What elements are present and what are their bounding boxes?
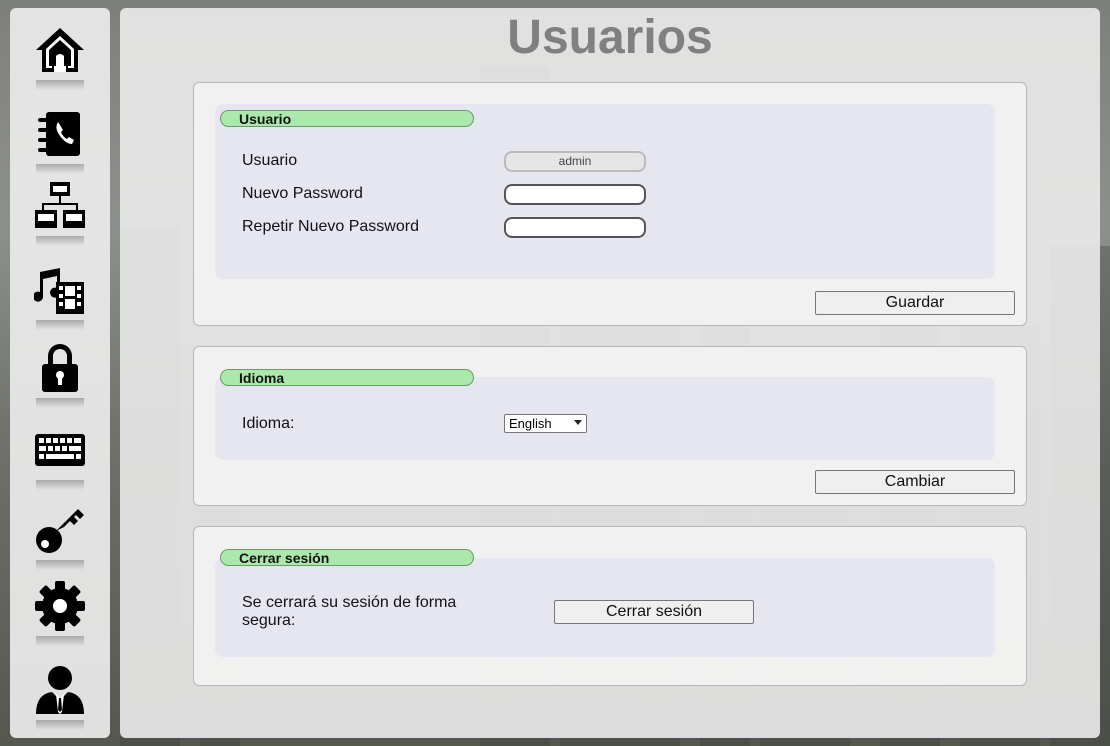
sidebar-item-settings[interactable] bbox=[30, 576, 90, 646]
save-button[interactable]: Guardar bbox=[815, 291, 1015, 315]
media-icon bbox=[34, 268, 84, 314]
phonebook-icon bbox=[38, 112, 80, 156]
language-section-legend: Idioma bbox=[220, 369, 474, 386]
main-content: Usuarios Usuario Usuario admin Nuevo Pas… bbox=[120, 8, 1100, 738]
sidebar-item-media[interactable] bbox=[30, 260, 90, 330]
user-icon bbox=[36, 666, 84, 714]
lock-icon bbox=[42, 344, 78, 392]
change-language-button[interactable]: Cambiar bbox=[815, 470, 1015, 494]
user-panel: Usuario Usuario admin Nuevo Password Rep… bbox=[193, 82, 1027, 326]
new-password-label: Nuevo Password bbox=[242, 185, 363, 202]
sidebar-item-home[interactable] bbox=[30, 20, 90, 90]
sidebar-item-users[interactable] bbox=[30, 660, 90, 730]
language-panel: Idioma Idioma: English Cambiar bbox=[193, 346, 1027, 506]
language-select-value: English bbox=[509, 416, 552, 431]
logout-section-legend: Cerrar sesión bbox=[220, 549, 474, 566]
logout-panel: Cerrar sesión Se cerrará su sesión de fo… bbox=[193, 526, 1027, 686]
home-icon bbox=[36, 28, 84, 72]
language-select[interactable]: English bbox=[504, 414, 587, 433]
chevron-down-icon bbox=[574, 420, 582, 425]
language-label: Idioma: bbox=[242, 415, 295, 432]
gear-icon bbox=[35, 581, 85, 631]
repeat-password-field[interactable] bbox=[504, 217, 646, 238]
sidebar-item-phonebook[interactable] bbox=[30, 104, 90, 174]
username-label: Usuario bbox=[242, 152, 298, 169]
language-panel-inner bbox=[215, 377, 995, 460]
network-icon bbox=[35, 182, 85, 228]
sidebar-item-security[interactable] bbox=[30, 338, 90, 408]
page-title: Usuarios bbox=[507, 11, 713, 64]
repeat-password-label: Repetir Nuevo Password bbox=[242, 218, 419, 235]
key-icon bbox=[36, 509, 84, 553]
new-password-field[interactable] bbox=[504, 184, 646, 205]
logout-description: Se cerrará su sesión de forma segura: bbox=[242, 594, 457, 629]
logout-button[interactable]: Cerrar sesión bbox=[554, 600, 754, 624]
sidebar-item-keys[interactable] bbox=[30, 500, 90, 570]
username-field: admin bbox=[504, 151, 646, 172]
sidebar-item-network[interactable] bbox=[30, 176, 90, 246]
sidebar-item-keyboard[interactable] bbox=[30, 420, 90, 490]
keyboard-icon bbox=[35, 434, 85, 466]
user-section-legend: Usuario bbox=[220, 110, 474, 127]
sidebar bbox=[10, 8, 110, 738]
